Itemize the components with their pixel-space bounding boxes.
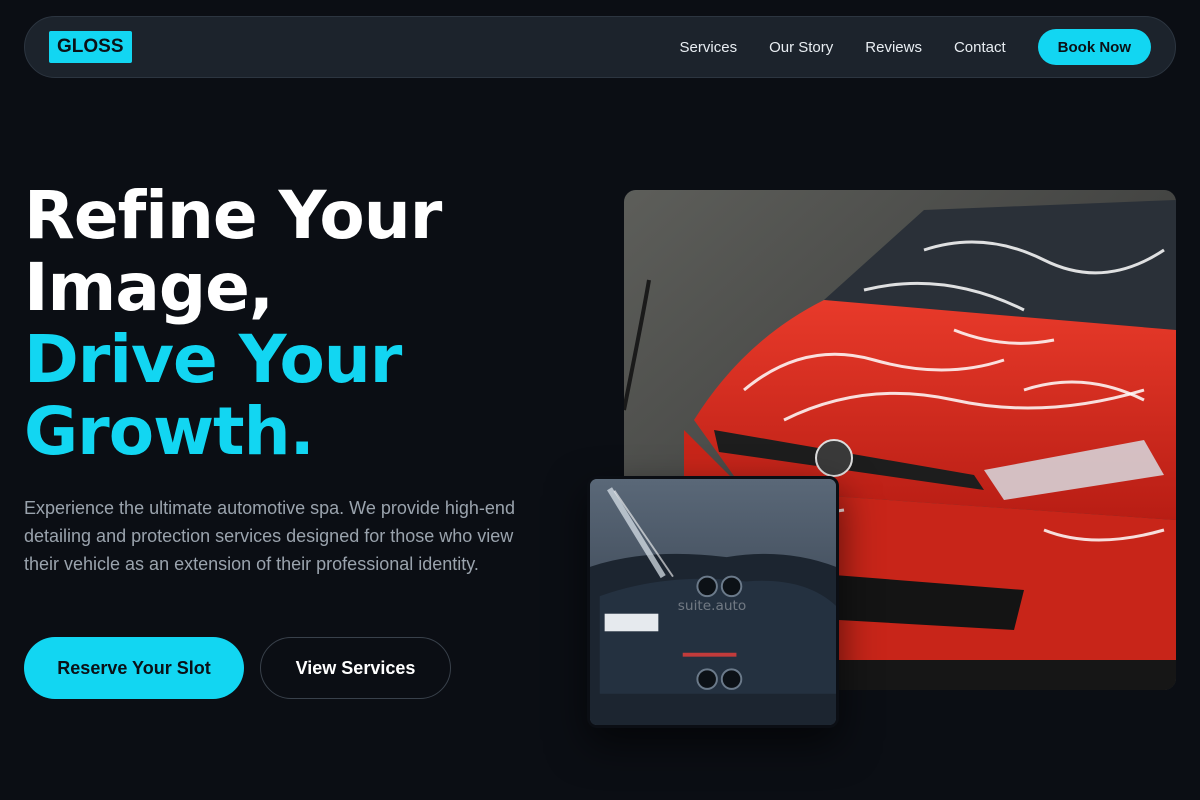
pressure-wash-image: suite.auto [587, 476, 839, 728]
hero-headline: Refine Your Image, Drive Your Growth. [24, 177, 442, 470]
book-now-button[interactable]: Book Now [1037, 29, 1151, 65]
watermark-text: suite.auto [678, 598, 746, 614]
nav-link-reviews[interactable]: Reviews [865, 39, 922, 56]
nav-link-contact[interactable]: Contact [954, 39, 1006, 56]
hero-cta-row: Reserve Your Slot View Services [24, 637, 451, 699]
headline-accent-line-2: Growth. [24, 393, 315, 470]
nav-link-services[interactable]: Services [680, 39, 738, 56]
headline-line-1: Refine Your [24, 177, 442, 254]
nav-links: Services Our Story Reviews Contact [680, 39, 1006, 56]
view-services-button[interactable]: View Services [260, 637, 451, 699]
headline-line-2: Image, [24, 249, 274, 326]
reserve-slot-button[interactable]: Reserve Your Slot [24, 637, 244, 699]
hero-description: Experience the ultimate automotive spa. … [24, 498, 515, 574]
dark-car-illustration: suite.auto [590, 479, 836, 725]
headline-accent-line-1: Drive Your [24, 321, 402, 398]
logo[interactable]: GLOSS [49, 31, 132, 63]
navbar: GLOSS Services Our Story Reviews Contact… [24, 16, 1176, 78]
nav-link-our-story[interactable]: Our Story [769, 39, 833, 56]
